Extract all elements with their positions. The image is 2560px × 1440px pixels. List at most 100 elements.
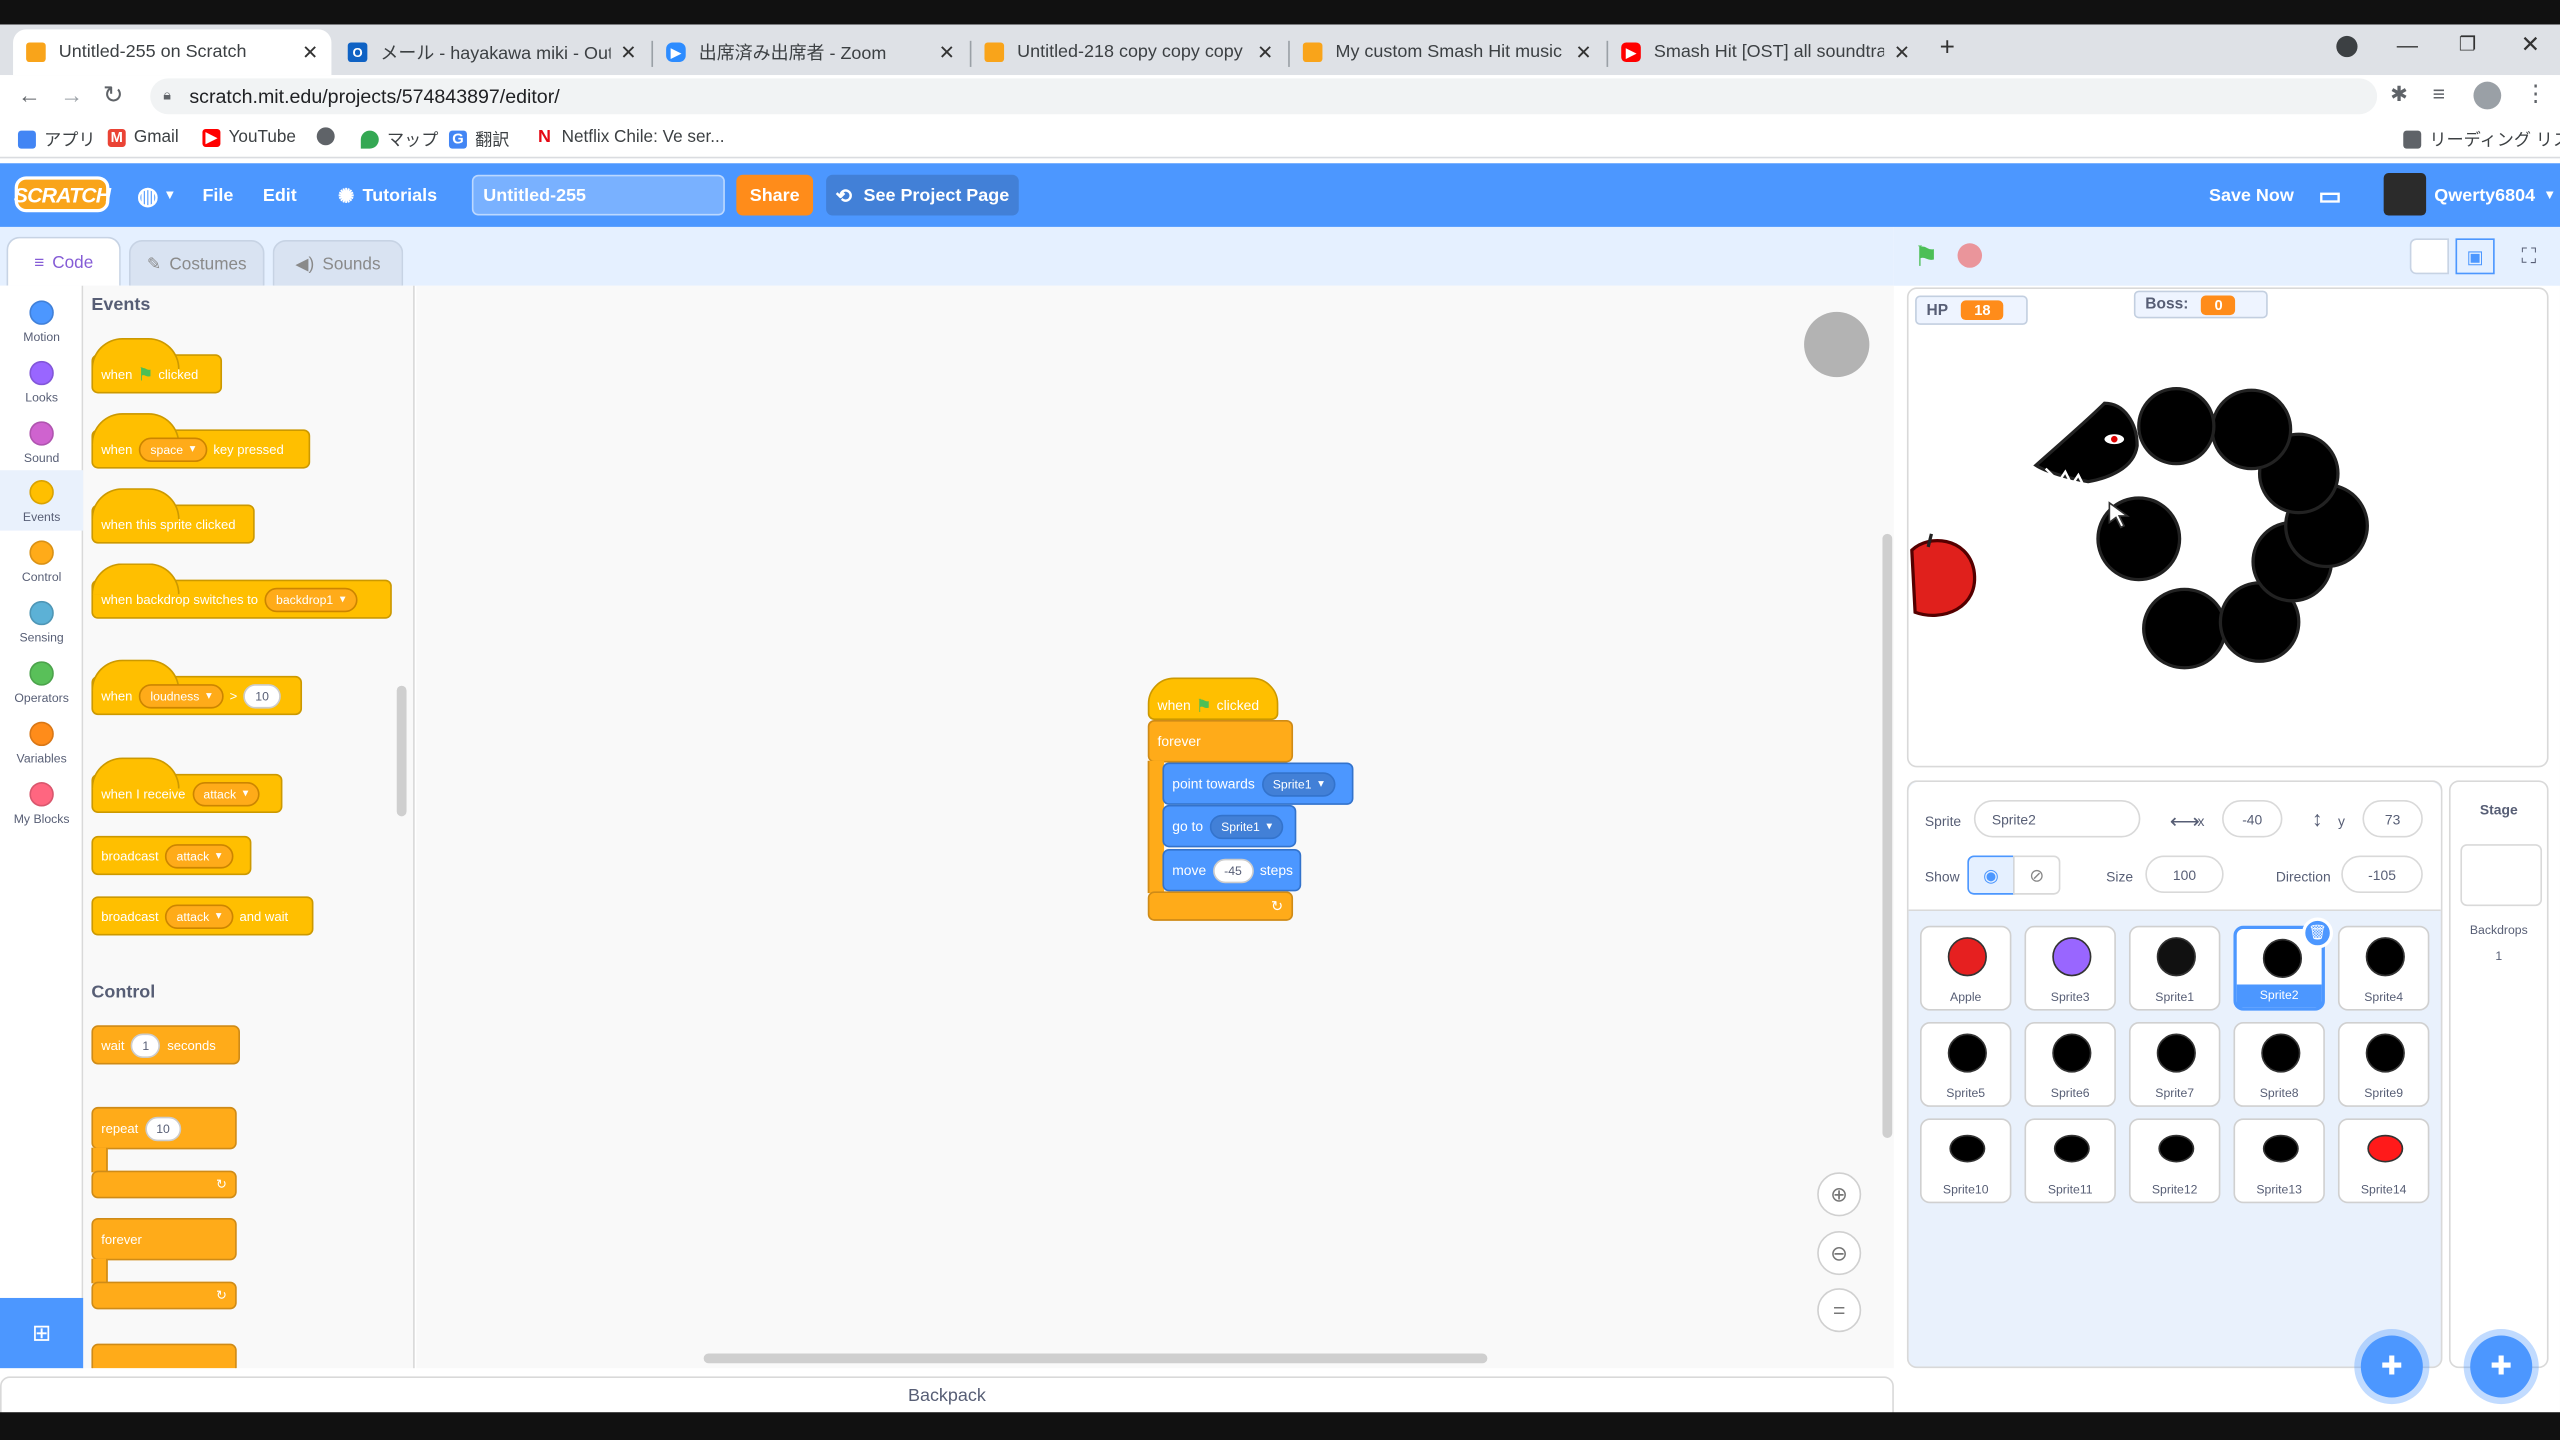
size-input[interactable]: 100 [2145, 855, 2224, 894]
close-tab-icon[interactable]: ✕ [1894, 41, 1910, 64]
choose-sprite-button[interactable]: ✚ [2360, 1335, 2423, 1398]
browser-tab-zoom[interactable]: ▶ 出席済み出席者 - Zoom ✕ [653, 29, 968, 75]
reset-zoom-button[interactable]: = [1817, 1288, 1862, 1333]
script-when-flag-clicked[interactable]: when ⚑ clicked [1147, 677, 1279, 720]
browser-tab-untitled-218[interactable]: Untitled-218 copy copy copy on ✕ [971, 29, 1286, 75]
block-when-backdrop-switches[interactable]: when backdrop switches to backdrop1 [91, 563, 392, 619]
y-position-input[interactable]: 73 [2362, 799, 2423, 838]
sprite-tile[interactable]: Sprite10 [1919, 1118, 2012, 1204]
number-input[interactable]: 1 [130, 1032, 161, 1058]
bookmark-netflix[interactable]: N Netflix Chile: Ve ser... [535, 127, 725, 147]
backdrop-dropdown[interactable]: backdrop1 [264, 586, 357, 612]
block-when-flag-clicked[interactable]: when ⚑ clicked [91, 337, 223, 394]
sprite-tile[interactable]: Sprite6 [2024, 1022, 2116, 1107]
project-title-input[interactable]: Untitled-255 [471, 174, 725, 216]
message-dropdown[interactable]: attack [165, 903, 233, 929]
tab-search-icon[interactable] [2336, 35, 2358, 58]
category-sensing[interactable]: Sensing [0, 591, 83, 651]
stage-selector-panel[interactable]: Stage Backdrops 1 [2448, 780, 2549, 1369]
see-project-page-button[interactable]: ⟲ See Project Page [826, 174, 1019, 216]
category-events[interactable]: Events [0, 470, 84, 531]
sprite-tile[interactable]: Sprite14 [2337, 1118, 2430, 1204]
block-when-key-pressed[interactable]: when space key pressed [91, 413, 311, 469]
category-sound[interactable]: Sound [0, 411, 83, 471]
browser-tab-scratch[interactable]: Untitled-255 on Scratch ✕ [13, 29, 332, 76]
vertical-scrollbar[interactable] [1882, 533, 1893, 1138]
block-when-i-receive[interactable]: when I receive attack [91, 757, 283, 814]
bookmark-translate[interactable]: G 翻訳 [448, 127, 509, 151]
bookmark-globe[interactable] [316, 127, 343, 146]
small-stage-button[interactable] [2409, 238, 2449, 275]
file-menu[interactable]: File [202, 163, 233, 227]
bookmark-maps[interactable]: マップ [360, 127, 438, 151]
sprite-tile[interactable]: Sprite11 [2024, 1118, 2116, 1204]
bookmark-gmail[interactable]: M Gmail [107, 127, 179, 147]
target-dropdown[interactable]: Sprite1 [1261, 771, 1336, 796]
palette-scrollbar[interactable] [396, 685, 407, 817]
close-window-icon[interactable]: ✕ [2521, 31, 2540, 59]
number-input[interactable]: 10 [144, 1115, 182, 1141]
category-my-blocks[interactable]: My Blocks [0, 772, 83, 832]
script-point-towards[interactable]: point towards Sprite1 [1162, 762, 1354, 805]
forward-arrow-icon[interactable]: → [60, 82, 83, 108]
block-repeat[interactable]: repeat 10 [91, 1106, 237, 1150]
my-stuff-folder-icon[interactable]: ▭ [2318, 163, 2341, 227]
add-extension-button[interactable]: ⊞ [0, 1297, 84, 1369]
language-menu[interactable]: ◍ ▼ [137, 163, 176, 227]
green-flag-icon[interactable]: ⚑ [1913, 242, 1938, 275]
key-dropdown[interactable]: space [138, 436, 207, 462]
close-tab-icon[interactable]: ✕ [1257, 41, 1273, 64]
reload-icon[interactable]: ↻ [103, 80, 124, 110]
back-arrow-icon[interactable]: ← [18, 82, 41, 108]
horizontal-scrollbar[interactable] [703, 1353, 1488, 1364]
profile-avatar-icon[interactable] [2473, 81, 2502, 110]
block-broadcast-and-wait[interactable]: broadcast attack and wait [91, 896, 314, 936]
browser-tab-smash-hit-music[interactable]: My custom Smash Hit music to l ✕ [1290, 29, 1605, 75]
minimize-window-icon[interactable]: — [2397, 33, 2418, 57]
message-dropdown[interactable]: attack [165, 843, 233, 868]
stage-canvas[interactable]: HP 18 Boss: 0 [1906, 287, 2549, 768]
sprite-tile[interactable]: Apple [1919, 925, 2012, 1011]
target-dropdown[interactable]: Sprite1 [1209, 813, 1284, 839]
stop-icon[interactable] [1957, 243, 1983, 268]
media-queue-icon[interactable]: ≡ [2433, 82, 2445, 106]
tutorials-button[interactable]: ✺ Tutorials [338, 163, 437, 227]
sensor-dropdown[interactable]: loudness [138, 683, 224, 708]
browser-tab-outlook[interactable]: O メール - hayakawa miki - Outlook ✕ [335, 29, 650, 75]
bookmark-youtube[interactable]: ▶ YouTube [202, 127, 296, 147]
message-dropdown[interactable]: attack [191, 781, 260, 806]
script-move-steps[interactable]: move -45 steps [1162, 848, 1302, 892]
steps-input[interactable]: -45 [1212, 857, 1254, 883]
close-tab-icon[interactable]: ✕ [939, 41, 955, 64]
category-variables[interactable]: Variables [0, 712, 83, 772]
category-motion[interactable]: Motion [0, 291, 83, 351]
save-now-button[interactable]: Save Now [2209, 163, 2294, 227]
edit-menu[interactable]: Edit [263, 163, 297, 227]
category-operators[interactable]: Operators [0, 651, 83, 711]
tab-sounds[interactable]: ◀) Sounds [272, 239, 404, 286]
sprite-tile[interactable]: Sprite4 [2337, 925, 2430, 1011]
new-tab-button[interactable]: + [1940, 34, 1955, 63]
fullscreen-button[interactable]: ⛶ [2511, 238, 2547, 274]
block-broadcast[interactable]: broadcast attack [91, 835, 252, 876]
sprite-tile[interactable]: Sprite9 [2337, 1022, 2430, 1107]
block-if-then-partial[interactable] [91, 1343, 237, 1369]
category-looks[interactable]: Looks [0, 351, 83, 411]
show-sprite-button[interactable]: ◉ [1967, 855, 2015, 895]
block-when-sprite-clicked[interactable]: when this sprite clicked [91, 488, 255, 544]
script-area[interactable]: when ⚑ clicked forever point towards Sprite… [416, 285, 1894, 1369]
sprite-tile[interactable]: Sprite1 [2128, 925, 2221, 1011]
reading-list[interactable]: リーディング リスト [2403, 127, 2560, 151]
large-stage-button[interactable]: ▣ [2455, 238, 2495, 275]
close-tab-icon[interactable]: ✕ [1575, 41, 1591, 64]
share-button[interactable]: Share [736, 174, 814, 216]
account-menu[interactable]: Qwerty6804 ▼ [2434, 163, 2556, 227]
bookmark-apps[interactable]: アプリ [17, 127, 96, 151]
block-forever[interactable]: forever [91, 1217, 237, 1261]
number-input[interactable]: 10 [243, 683, 281, 708]
sprite-tile[interactable]: Sprite3 [2024, 925, 2116, 1011]
script-forever[interactable]: forever [1147, 719, 1294, 763]
delete-sprite-icon[interactable]: 🗑︎ [2302, 917, 2334, 949]
tab-code[interactable]: ≡ Code [6, 236, 121, 286]
sprite-tile[interactable]: Sprite8 [2233, 1022, 2325, 1107]
